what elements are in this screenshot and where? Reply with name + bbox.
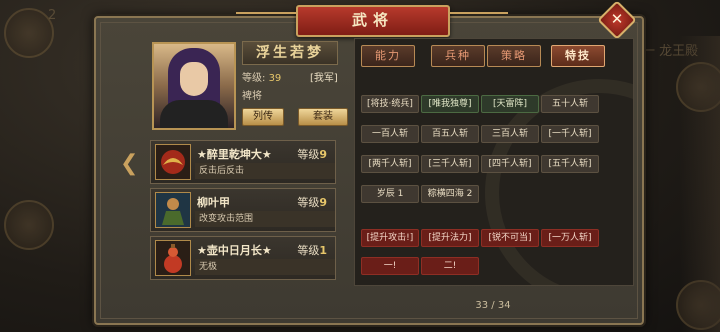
traits-panel: 能力 兵种 策略 特技 [将技·统兵] [唯我独尊] [天雷阵] 五十人斩一百人斩 百五人斩三…	[354, 38, 634, 286]
trait-tag[interactable]: [提升法力]	[421, 229, 479, 247]
general-panel: 武将 ✕ 浮生若梦 等级: 39 [我军] 裨将 列传 套装 ❮ ❯ ★醉里乾坤…	[94, 0, 644, 325]
hero-rank: 裨将	[242, 91, 262, 102]
tab-special-skill[interactable]: 特技	[551, 45, 605, 67]
trait-tag[interactable]: 二!	[421, 257, 479, 275]
trait-tag[interactable]: 粽横四海 2	[421, 185, 479, 203]
background-number: 2	[48, 8, 57, 23]
hero-faction: [我军]	[310, 73, 338, 84]
trait-tag[interactable]: 一!	[361, 257, 419, 275]
portrait-robe	[160, 100, 228, 128]
background-avatar	[4, 200, 54, 250]
trait-tag[interactable]: 百五人斩	[421, 125, 479, 143]
skill-card[interactable]: ★醉里乾坤大★ 等级9 反击后反击	[150, 140, 336, 184]
page-indicator: 33 / 34	[475, 300, 511, 311]
title-ornament-left	[236, 12, 296, 28]
trait-tag[interactable]: [一千人斩]	[541, 125, 599, 143]
skill-card[interactable]: ★壶中日月长★ 等级1 无极	[150, 236, 336, 280]
hero-level-label: 等级:	[242, 73, 266, 84]
gourd-icon	[155, 240, 191, 276]
tab-troop[interactable]: 兵种	[431, 45, 485, 67]
skill-name: ★醉里乾坤大★	[197, 148, 272, 161]
skill-description: 改变攻击范围	[195, 211, 335, 227]
trait-tag[interactable]: [提升攻击!]	[361, 229, 419, 247]
hero-name: 浮生若梦	[242, 41, 338, 65]
skill-description: 反击后反击	[195, 163, 335, 179]
trait-tag[interactable]: [唯我独尊]	[421, 95, 479, 113]
trait-tag[interactable]: [天雷阵]	[481, 95, 539, 113]
trait-tag[interactable]: 三百人斩	[481, 125, 539, 143]
tab-ability[interactable]: 能力	[361, 45, 415, 67]
trait-tag[interactable]: 五十人斩	[541, 95, 599, 113]
suit-button[interactable]: 套装	[298, 108, 348, 126]
background-side-shade	[680, 36, 720, 332]
trait-tag[interactable]: [五千人斩]	[541, 155, 599, 173]
biography-button[interactable]: 列传	[242, 108, 284, 126]
portrait-face	[180, 62, 208, 96]
skill-card[interactable]: 柳叶甲 等级9 改变攻击范围	[150, 188, 336, 232]
trait-tag[interactable]: [将技·统兵]	[361, 95, 419, 113]
trait-tag[interactable]: [四千人斩]	[481, 155, 539, 173]
title-ornament-right	[448, 12, 508, 28]
trait-tag[interactable]: [两千人斩]	[361, 155, 419, 173]
trait-tag[interactable]: [一万人斩]	[541, 229, 599, 247]
trait-tag[interactable]: 岁辰 1	[361, 185, 419, 203]
armored-warrior-icon	[155, 192, 191, 228]
skill-description: 无极	[195, 259, 335, 275]
tab-strategy[interactable]: 策略	[487, 45, 541, 67]
skill-name: 柳叶甲	[197, 196, 230, 209]
close-icon: ✕	[610, 10, 624, 28]
dragon-orb-icon	[155, 144, 191, 180]
trait-tag[interactable]: [三千人斩]	[421, 155, 479, 173]
skill-level: 等级1	[297, 244, 327, 257]
trait-tag[interactable]: [锐不可当]	[481, 229, 539, 247]
prev-general-arrow-icon[interactable]: ❮	[120, 151, 138, 176]
skill-level: 等级9	[297, 148, 327, 161]
hero-portrait	[152, 42, 236, 130]
background-avatar	[4, 8, 54, 58]
skill-level: 等级9	[297, 196, 327, 209]
hero-level-value: 39	[268, 73, 282, 84]
skill-name: ★壶中日月长★	[197, 244, 272, 257]
window-title: 武将	[296, 5, 450, 37]
hero-level: 等级: 39	[242, 69, 281, 84]
trait-tag[interactable]: 一百人斩	[361, 125, 419, 143]
